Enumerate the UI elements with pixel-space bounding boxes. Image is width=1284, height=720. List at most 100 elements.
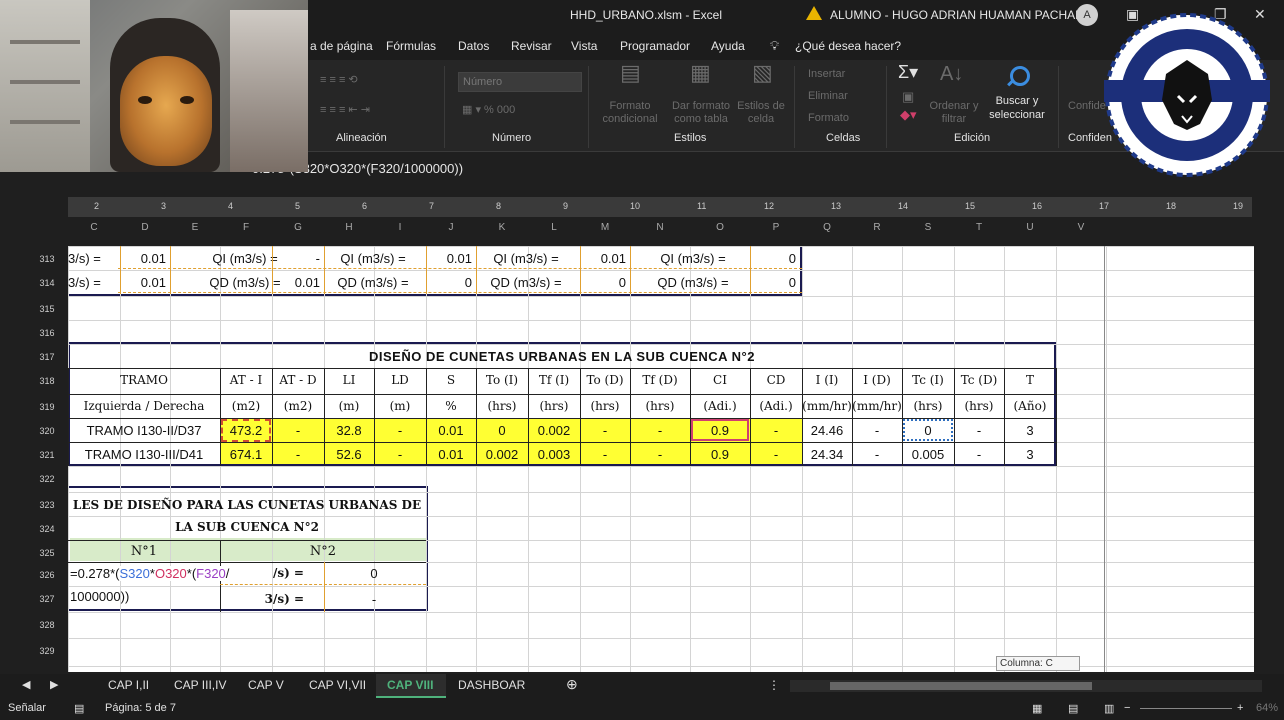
tab-developer[interactable]: Programador [620, 39, 690, 53]
table-cell[interactable]: - [374, 423, 426, 438]
prev-sheet-icon[interactable]: ◀ [22, 678, 30, 691]
row-header[interactable]: 320 [30, 426, 64, 436]
table-cell[interactable]: - [852, 447, 902, 462]
cell-styles-button[interactable]: Estilos de celda [736, 100, 786, 126]
table-cell[interactable]: AT - D [272, 373, 324, 387]
number-format-select[interactable]: Número [458, 72, 582, 92]
format-button[interactable]: Formato [808, 112, 849, 125]
table-cell[interactable]: - [272, 423, 324, 438]
column-header[interactable]: C [68, 222, 120, 233]
table-cell[interactable]: (mm/hr) [852, 399, 902, 413]
table-cell[interactable]: - [852, 423, 902, 438]
cell[interactable]: 0 [426, 275, 472, 290]
precedent-cell[interactable] [903, 419, 953, 441]
column-header[interactable]: R [852, 222, 902, 233]
normal-view-icon[interactable]: ▦ [1032, 702, 1042, 715]
zoom-level[interactable]: 64% [1256, 702, 1278, 714]
column-header[interactable]: H [324, 222, 374, 233]
avatar[interactable]: A [1076, 4, 1098, 26]
column-header[interactable]: I [374, 222, 426, 233]
add-sheet-icon[interactable]: ⊕ [566, 676, 578, 693]
table-cell[interactable]: (mm/hr) [802, 399, 852, 413]
table-cell[interactable]: (Año) [1004, 399, 1056, 413]
table-cell[interactable]: To (D) [580, 373, 630, 387]
column-header[interactable]: O [690, 222, 750, 233]
table-cell[interactable]: Tf (I) [528, 373, 580, 387]
table-cell[interactable]: Izquierda / Derecha [68, 399, 220, 413]
cell[interactable]: QD (m3/s) = [324, 275, 422, 290]
table-cell[interactable]: CD [750, 373, 802, 387]
table-cell[interactable]: 0.9 [690, 447, 750, 462]
row-header[interactable]: 317 [30, 352, 64, 362]
table-cell[interactable]: (m) [324, 399, 374, 413]
table-cell[interactable]: (Adi.) [750, 399, 802, 413]
column-header[interactable]: N [630, 222, 690, 233]
column-header[interactable]: J [426, 222, 476, 233]
sensitivity-button[interactable]: Confide [1068, 100, 1106, 113]
precedent-cell[interactable] [691, 419, 749, 441]
cell[interactable]: 0.01 [580, 251, 626, 266]
table-cell[interactable]: (m) [374, 399, 426, 413]
flow-value[interactable]: 0 [324, 566, 424, 581]
table-cell[interactable]: I (I) [802, 373, 852, 387]
table-cell[interactable]: 0.005 [902, 447, 954, 462]
cell[interactable]: 0.01 [120, 275, 166, 290]
sort-filter-button[interactable]: Ordenar y filtrar [928, 100, 980, 126]
worksheet-grid[interactable]: 3/s) = 0.01 QI (m3/s) = - QI (m3/s) = 0.01 QI … [68, 246, 1254, 672]
table-cell[interactable]: 3 [1004, 447, 1056, 462]
cell[interactable]: 0.01 [120, 251, 166, 266]
table-cell[interactable]: 3 [1004, 423, 1056, 438]
row-header[interactable]: 325 [30, 548, 64, 558]
table-cell[interactable]: 0.003 [528, 447, 580, 462]
table-cell[interactable]: - [954, 447, 1004, 462]
clear-icon[interactable]: ◆▾ [900, 108, 917, 121]
row-header[interactable]: 328 [30, 620, 64, 630]
column-header[interactable]: Q [802, 222, 852, 233]
table-cell[interactable]: - [630, 447, 690, 462]
table-cell[interactable]: (m2) [272, 399, 324, 413]
currency-icon[interactable]: ▦ ▾ % 000 [462, 104, 515, 117]
tab-view[interactable]: Vista [571, 39, 597, 53]
cell[interactable]: 0.01 [272, 275, 320, 290]
row-header[interactable]: 329 [30, 646, 64, 656]
tab-data[interactable]: Datos [458, 39, 489, 53]
align-icons[interactable]: ≡ ≡ ≡ ⟲ [320, 74, 358, 87]
cell[interactable]: QI (m3/s) = [640, 251, 746, 266]
row-header[interactable]: 323 [30, 500, 64, 510]
table-cell[interactable]: 0.002 [528, 423, 580, 438]
table-cell[interactable]: 0.01 [426, 447, 476, 462]
row-header[interactable]: 313 [30, 254, 64, 264]
delete-button[interactable]: Eliminar [808, 90, 848, 103]
macro-icon[interactable]: ▤ [74, 702, 84, 715]
insert-button[interactable]: Insertar [808, 68, 845, 81]
cell[interactable]: 3/s) = [68, 251, 116, 266]
autosum-icon[interactable]: Σ▾ [898, 62, 918, 83]
table-cell[interactable]: Tc (I) [902, 373, 954, 387]
tab-help[interactable]: Ayuda [711, 39, 745, 53]
column-header[interactable]: V [1056, 222, 1106, 233]
selected-cell[interactable] [221, 419, 271, 442]
cell[interactable]: 3/s) = [68, 275, 116, 290]
cell[interactable]: QD (m3/s) = [476, 275, 576, 290]
row-header[interactable]: 327 [30, 594, 64, 604]
cell[interactable]: QI (m3/s) = [324, 251, 422, 266]
tab-cap-i-ii[interactable]: CAP I,II [108, 678, 149, 692]
table-cell[interactable]: 24.46 [802, 423, 852, 438]
column-header[interactable]: T [954, 222, 1004, 233]
conditional-format-button[interactable]: Formato condicional [598, 100, 662, 126]
table-cell[interactable]: LI [324, 373, 374, 387]
scrollbar-thumb[interactable] [830, 682, 1092, 690]
table-cell[interactable]: TRAMO I130-II/D37 [68, 423, 220, 438]
row-header[interactable]: 324 [30, 524, 64, 534]
table-cell[interactable]: 0.01 [426, 423, 476, 438]
row-header[interactable]: 316 [30, 328, 64, 338]
row-header[interactable]: 326 [30, 570, 64, 580]
table-cell[interactable]: T [1004, 373, 1056, 387]
tab-cap-v[interactable]: CAP V [248, 678, 284, 692]
column-header[interactable]: D [120, 222, 170, 233]
table-cell[interactable]: S [426, 373, 476, 387]
cell[interactable]: 0 [750, 275, 796, 290]
table-cell[interactable]: LD [374, 373, 426, 387]
table-cell[interactable]: (hrs) [476, 399, 528, 413]
row-header[interactable]: 315 [30, 304, 64, 314]
